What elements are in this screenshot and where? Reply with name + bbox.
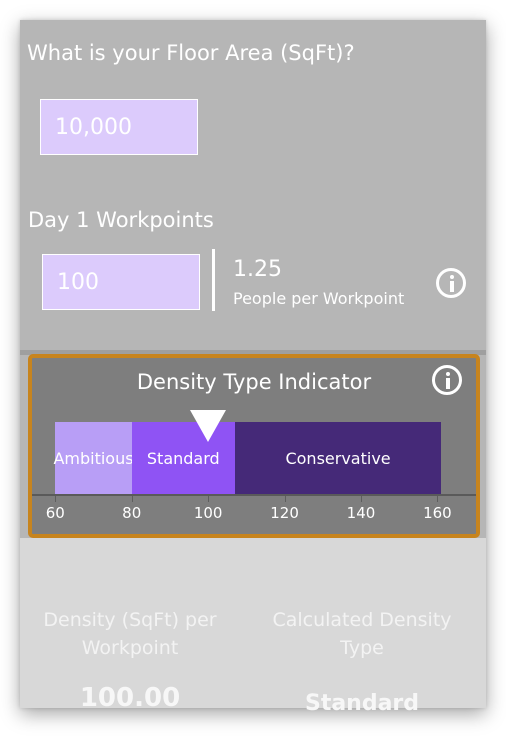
axis-tick [361,496,362,502]
calculated-density-type-value: Standard [304,691,420,716]
inputs-panel: What is your Floor Area (SqFt)? Day 1 Wo… [20,20,486,350]
info-icon[interactable] [436,268,466,298]
density-per-workpoint-label: Density (SqFt) per Workpoint [43,609,217,659]
axis-tick-label: 80 [122,504,142,522]
axis-tick-label: 100 [193,504,223,522]
band-ambitious: Ambitious [53,422,134,494]
axis-tick [131,496,133,502]
band-label: Conservative [285,448,391,468]
band-label: Ambitious [53,448,134,468]
floor-area-input[interactable] [40,99,198,155]
results-panel: Density (SqFt) per Workpoint 100.00 Calc… [20,538,486,716]
density-type-indicator: Density Type Indicator Ambitious Standar… [28,354,480,538]
workpoints-input[interactable] [42,254,200,310]
people-per-workpoint-value: 1.25 [233,257,282,282]
triangle-down-marker-icon [190,410,227,442]
axis-tick-label: 120 [270,504,299,522]
people-per-workpoint-label: People per Workpoint [233,289,405,308]
floor-area-question: What is your Floor Area (SqFt)? [27,41,355,65]
axis-ticks [32,496,476,502]
axis-tick [55,496,57,502]
axis-tick-label: 60 [45,504,65,522]
axis-labels: 60 80 100 120 140 160 [32,504,476,528]
density-indicator-title: Density Type Indicator [136,370,372,394]
divider [212,249,215,311]
axis-tick [437,496,439,502]
calculated-density-type-label: Calculated Density Type [272,609,452,659]
axis-tick [208,496,210,502]
axis-tick-label: 140 [346,504,376,522]
density-bands: Ambitious Standard Conservative [45,422,454,494]
density-per-workpoint-value: 100.00 [79,683,181,713]
axis-tick-label: 160 [423,504,452,522]
info-icon[interactable] [432,365,462,395]
axis-tick [284,496,286,502]
density-calculator-card: What is your Floor Area (SqFt)? Day 1 Wo… [20,20,486,716]
band-conservative: Conservative [234,422,442,494]
band-label: Standard [146,448,220,468]
workpoints-label: Day 1 Workpoints [28,208,214,232]
